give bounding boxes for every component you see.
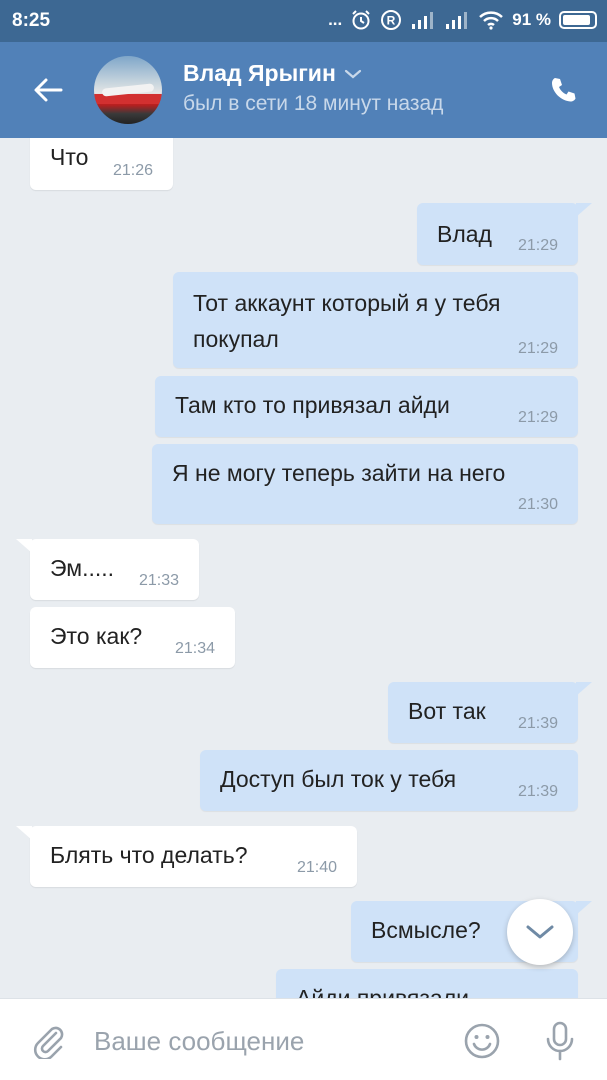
message-input-bar <box>0 998 607 1080</box>
smiley-icon <box>464 1023 500 1059</box>
message-text: Блять что делать? <box>50 842 248 868</box>
battery-percent: 91 % <box>512 10 551 29</box>
chevron-down-icon <box>526 925 554 939</box>
alarm-icon <box>350 9 372 31</box>
battery-icon <box>559 11 597 29</box>
message-outgoing[interactable]: Вот так 21:39 <box>388 682 592 743</box>
message-text: Доступ был ток у тебя <box>220 766 457 792</box>
notification-dots: ... <box>328 10 343 29</box>
message-time: 21:29 <box>517 237 558 254</box>
back-button[interactable] <box>28 70 68 110</box>
chevron-down-icon <box>344 69 361 78</box>
registered-icon: R <box>380 9 402 31</box>
message-incoming[interactable]: Эм..... 21:33 <box>16 539 199 600</box>
status-time: 8:25 <box>12 10 51 31</box>
message-input[interactable] <box>94 1021 434 1061</box>
message-text: Там кто то привязал айди <box>175 392 450 418</box>
message-text: Всмысле? <box>371 917 481 943</box>
avatar[interactable] <box>94 56 162 124</box>
message-time: 21:30 <box>517 496 558 513</box>
voice-button[interactable] <box>540 1019 580 1063</box>
chat-header: Влад Ярыгин был в сети 18 минут назад <box>0 42 607 138</box>
message-text: Влад <box>437 221 492 247</box>
attach-button[interactable] <box>28 1021 68 1061</box>
message-incoming[interactable]: Что 21:26 <box>30 138 173 190</box>
emoji-button[interactable] <box>462 1021 502 1061</box>
message-time: 21:33 <box>138 572 179 589</box>
status-bar: 8:25 ... R 91 % <box>0 0 607 42</box>
battery-level <box>563 15 591 25</box>
signal-icon <box>444 10 470 30</box>
microphone-icon <box>546 1021 574 1061</box>
message-text: Я не могу теперь зайти на него <box>172 460 506 486</box>
message-incoming[interactable]: Это как? 21:34 <box>30 607 235 668</box>
message-text: Эм..... <box>50 555 115 581</box>
message-time: 21:40 <box>296 859 337 876</box>
status-icons: ... R 91 % <box>328 9 597 31</box>
message-time: 21:39 <box>517 783 558 800</box>
call-button[interactable] <box>543 70 583 110</box>
message-text: Что <box>50 144 89 170</box>
message-outgoing[interactable]: Айди привязали <box>276 969 578 1000</box>
phone-icon <box>552 78 576 102</box>
message-time: 21:34 <box>174 640 215 657</box>
message-outgoing[interactable]: Я не могу теперь зайти на него 21:30 <box>152 444 578 524</box>
contact-name[interactable]: Влад Ярыгин <box>183 60 362 87</box>
contact-status: был в сети 18 минут назад <box>183 92 444 115</box>
message-list[interactable]: Что 21:26 Влад 21:29 Тот аккаунт который… <box>0 138 607 1000</box>
arrow-left-icon <box>34 78 63 102</box>
message-text: Это как? <box>50 623 143 649</box>
message-text: Вот так <box>408 698 486 724</box>
message-time: 21:39 <box>517 715 558 732</box>
scroll-down-button[interactable] <box>507 899 573 965</box>
message-text: Тот аккаунт который я у тебя <box>193 290 501 316</box>
signal-icon <box>410 10 436 30</box>
message-time: 21:29 <box>517 409 558 426</box>
message-outgoing[interactable]: Влад 21:29 <box>417 203 592 265</box>
message-incoming[interactable]: Блять что делать? 21:40 <box>16 826 357 887</box>
svg-text:R: R <box>387 14 396 28</box>
contact-name-text: Влад Ярыгин <box>183 60 336 86</box>
message-time: 21:26 <box>112 162 153 179</box>
message-outgoing[interactable]: Тот аккаунт который я у тебя покупал 21:… <box>173 272 578 368</box>
wifi-icon <box>478 10 504 30</box>
message-outgoing[interactable]: Доступ был ток у тебя 21:39 <box>200 750 578 811</box>
message-text: покупал <box>193 326 279 352</box>
message-outgoing[interactable]: Там кто то привязал айди 21:29 <box>155 376 578 437</box>
message-time: 21:29 <box>517 340 558 357</box>
paperclip-icon <box>33 1026 64 1059</box>
